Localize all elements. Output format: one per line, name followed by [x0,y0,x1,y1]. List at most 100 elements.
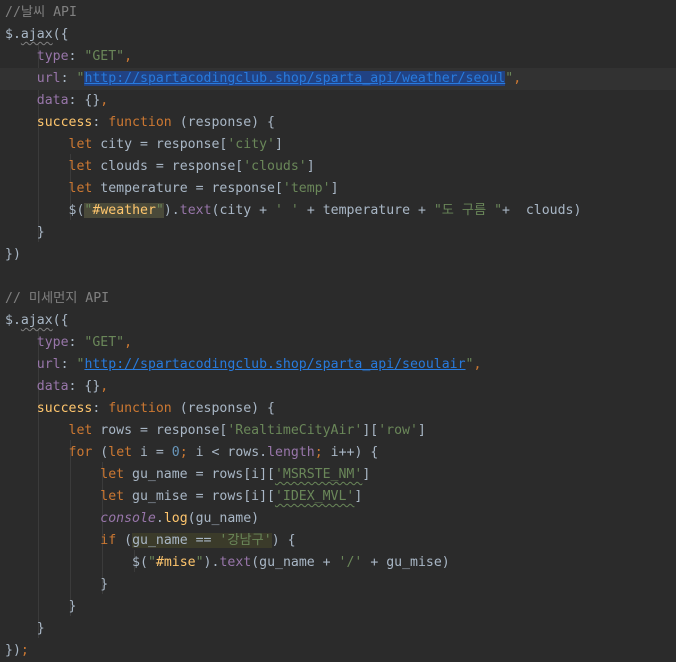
code-token: ({ [52,313,69,328]
code-line[interactable]: let temperature = response['temp'] [5,178,339,200]
code-line[interactable]: $("#mise").text(gu_name + '/' + gu_mise) [5,552,450,574]
code-line[interactable]: data: {}, [5,90,108,112]
code-token: i++) { [330,445,379,460]
code-line[interactable]: } [5,596,77,618]
code-line-content: // 미세먼지 API [5,291,109,306]
code-editor[interactable]: //날씨 API $.ajax({ type: "GET", url: "http… [0,0,676,662]
code-token: (city + [211,203,276,218]
code-token: ; [314,445,331,460]
code-token: 'IDEX_MVL' [274,489,355,504]
code-line-content: for (let i = 0; i < rows.length; i++) { [5,445,379,460]
code-line[interactable]: success: function (response) { [5,398,275,420]
code-line[interactable]: $.ajax({ [5,310,69,332]
code-line[interactable]: } [5,222,45,244]
code-token: 'RealtimeCityAir' [227,423,363,438]
code-line[interactable]: success: function (response) { [5,112,275,134]
code-token: console [100,511,156,526]
code-token: 'city' [227,137,275,152]
code-token: } [5,599,77,614]
code-line-content: } [5,621,45,636]
code-token: text [179,203,212,218]
code-line[interactable]: url: "http://spartacodingclub.shop/spart… [0,68,676,90]
code-line-content: success: function (response) { [5,401,275,416]
code-line[interactable]: } [5,618,45,640]
code-line-content: data: {}, [5,93,108,108]
code-token: : {} [68,379,101,394]
code-token: 'MSRSTE_NM' [274,467,363,482]
code-line[interactable]: let city = response['city'] [5,134,283,156]
code-line-content: let rows = response['RealtimeCityAir']['… [5,423,426,438]
code-line[interactable]: //날씨 API [5,2,77,24]
code-token: #mise [155,555,196,570]
code-line[interactable]: if (gu_name == '강남구') { [5,530,296,552]
code-line[interactable]: }); [5,640,29,662]
code-token: " [465,357,474,372]
code-token: for [68,445,93,460]
code-token: , [124,335,133,350]
code-token: + temperature + [298,203,434,218]
code-line[interactable]: $("#weather").text(city + ' ' + temperat… [5,200,581,222]
code-line[interactable]: let clouds = response['clouds'] [5,156,315,178]
code-token: : [68,335,85,350]
code-token: gu_name == [132,533,220,548]
code-line[interactable]: } [5,574,108,596]
code-token: , [473,357,482,372]
code-line[interactable]: // 미세먼지 API [5,288,109,310]
code-line[interactable]: type: "GET", [5,332,132,354]
code-line[interactable]: for (let i = 0; i < rows.length; i++) { [5,442,379,464]
code-token: type [36,49,69,64]
code-token: : [60,357,77,372]
code-line[interactable]: url: "http://spartacodingclub.shop/spart… [5,354,482,376]
code-token: $. [5,313,21,328]
code-token: 'clouds' [243,159,307,174]
code-line[interactable]: $.ajax({ [5,24,69,46]
code-token: function [108,401,172,416]
code-line-content: }) [5,247,21,262]
code-line[interactable]: type: "GET", [5,46,132,68]
code-line[interactable]: data: {}, [5,376,108,398]
code-token: url [36,357,61,372]
code-line-content: //날씨 API [5,5,77,20]
code-line-content: console.log(gu_name) [5,511,259,526]
url-link[interactable]: http://spartacodingclub.shop/sparta_api/… [84,357,465,372]
url-link[interactable]: http://spartacodingclub.shop/sparta_api/… [84,71,506,86]
code-token: " [195,555,204,570]
code-token: ] [362,467,371,482]
code-line-content: let gu_name = rows[i]['MSRSTE_NM'] [5,467,370,482]
code-token: } [5,225,45,240]
code-token: gu_mise = rows[i][ [124,489,275,504]
code-line[interactable]: }) [5,244,21,266]
code-token: " [147,555,156,570]
code-token: } [5,621,45,636]
code-line-content: url: "http://spartacodingclub.shop/spart… [5,357,482,372]
code-line-content: }); [5,643,29,658]
code-line[interactable]: let rows = response['RealtimeCityAir']['… [5,420,426,442]
code-token: function [108,115,172,130]
code-token: $( [68,203,85,218]
code-token: $. [5,27,21,42]
code-token: , [100,93,109,108]
code-line-content: type: "GET", [5,335,132,350]
code-line-content: $.ajax({ [5,313,69,328]
code-line-content: let city = response['city'] [5,137,283,152]
code-token: city = response[ [92,137,228,152]
code-line[interactable]: let gu_mise = rows[i]['IDEX_MVL'] [5,486,362,508]
code-line[interactable]: let gu_name = rows[i]['MSRSTE_NM'] [5,464,370,486]
code-token: ; [179,445,196,460]
code-token: ] [274,137,283,152]
code-token: (gu_name + [251,555,339,570]
code-token: url [36,71,61,86]
code-line-content: type: "GET", [5,49,132,64]
code-line[interactable]: console.log(gu_name) [5,508,259,530]
code-token: }) [5,643,21,658]
code-token: ajax [20,313,53,328]
